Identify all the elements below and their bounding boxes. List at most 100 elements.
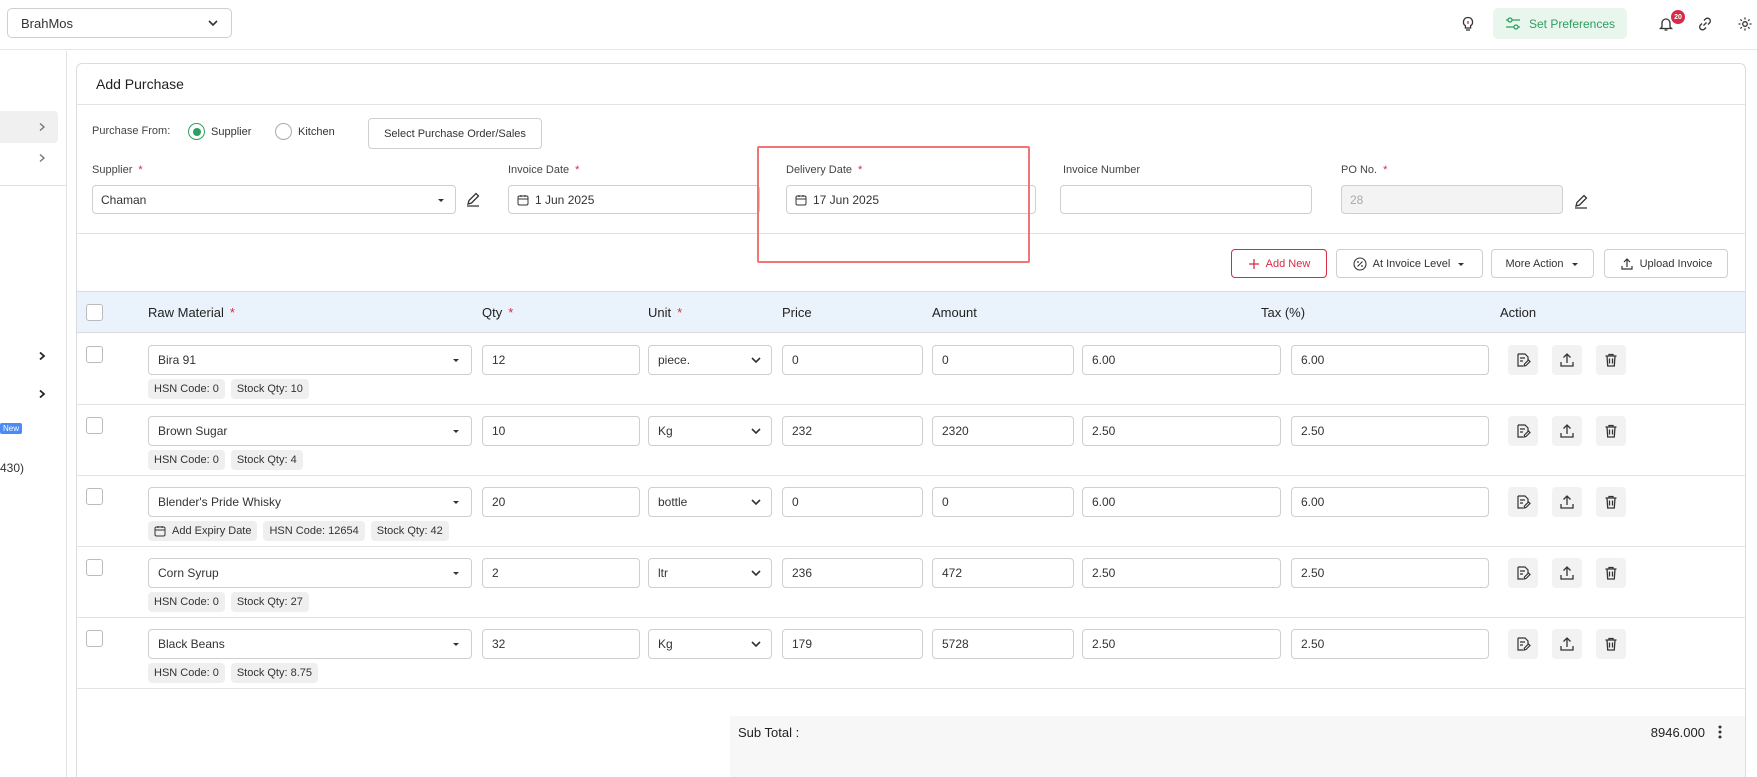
tax-rate-input[interactable]: 6.00 — [1082, 345, 1281, 375]
stock-qty-chip: Stock Qty: 10 — [230, 379, 309, 399]
row-checkbox[interactable] — [86, 559, 103, 576]
more-action-dropdown[interactable]: More Action — [1491, 249, 1594, 278]
invoice-number-input[interactable] — [1060, 185, 1312, 214]
radio-circle — [275, 123, 292, 140]
page-title: Add Purchase — [96, 76, 184, 92]
chevron-right-icon[interactable] — [37, 389, 47, 399]
amount-input[interactable]: 472 — [932, 558, 1074, 588]
tax-percent-input[interactable]: 6.00 — [1291, 487, 1489, 517]
pencil-icon[interactable] — [1573, 193, 1589, 209]
new-badge: New — [0, 423, 23, 434]
row-checkbox[interactable] — [86, 488, 103, 505]
price-input[interactable]: 0 — [782, 487, 923, 517]
raw-material-value: Blender's Pride Whisky — [158, 495, 281, 509]
pencil-icon[interactable] — [465, 191, 481, 207]
edit-row-button[interactable] — [1508, 345, 1538, 375]
select-all-checkbox[interactable] — [86, 304, 103, 321]
select-purchase-order-button[interactable]: Select Purchase Order/Sales — [368, 118, 542, 149]
price-input[interactable]: 232 — [782, 416, 923, 446]
outlet-selector[interactable]: BrahMos — [7, 8, 232, 38]
invoice-date-label: Invoice Date * — [508, 164, 580, 176]
delete-row-button[interactable] — [1596, 629, 1626, 659]
delete-row-button[interactable] — [1596, 416, 1626, 446]
row-checkbox[interactable] — [86, 630, 103, 647]
lightbulb-icon[interactable] — [1457, 13, 1479, 35]
set-preferences-label: Set Preferences — [1528, 16, 1616, 31]
unit-select[interactable]: Kg — [648, 416, 772, 446]
delete-row-button[interactable] — [1596, 558, 1626, 588]
add-new-button[interactable]: Add New — [1231, 249, 1327, 278]
raw-material-select[interactable]: Bira 91 — [148, 345, 472, 375]
upload-row-button[interactable] — [1552, 345, 1582, 375]
tax-percent-input[interactable]: 2.50 — [1291, 416, 1489, 446]
chevron-right-icon[interactable] — [37, 122, 47, 132]
hsn-code-chip: HSN Code: 0 — [148, 450, 225, 470]
invoice-level-dropdown[interactable]: At Invoice Level — [1336, 249, 1483, 278]
amount-input[interactable]: 2320 — [932, 416, 1074, 446]
unit-select[interactable]: bottle — [648, 487, 772, 517]
edit-note-icon — [1517, 566, 1531, 580]
upload-row-button[interactable] — [1552, 629, 1582, 659]
sidebar-item-active[interactable] — [0, 111, 58, 143]
supplier-value: Chaman — [101, 192, 147, 207]
invoice-date-input[interactable]: 1 Jun 2025 — [508, 185, 760, 214]
chevron-right-icon[interactable] — [37, 153, 47, 163]
supplier-select[interactable]: Chaman — [92, 185, 456, 214]
qty-input[interactable]: 12 — [482, 345, 640, 375]
raw-material-value: Brown Sugar — [158, 424, 228, 438]
tax-percent-input[interactable]: 2.50 — [1291, 629, 1489, 659]
stock-qty-chip: Stock Qty: 42 — [370, 521, 449, 541]
tax-percent-input[interactable]: 6.00 — [1291, 345, 1489, 375]
qty-input[interactable]: 20 — [482, 487, 640, 517]
qty-input[interactable]: 32 — [482, 629, 640, 659]
amount-input[interactable]: 5728 — [932, 629, 1074, 659]
caret-down-icon — [453, 501, 459, 504]
edit-row-button[interactable] — [1508, 629, 1538, 659]
radio-kitchen[interactable]: Kitchen — [275, 123, 335, 140]
price-input[interactable]: 0 — [782, 345, 923, 375]
tax-percent-input[interactable]: 2.50 — [1291, 558, 1489, 588]
upload-row-button[interactable] — [1552, 487, 1582, 517]
upload-invoice-button[interactable]: Upload Invoice — [1604, 249, 1728, 278]
raw-material-select[interactable]: Black Beans — [148, 629, 472, 659]
unit-select[interactable]: piece. — [648, 345, 772, 375]
edit-row-button[interactable] — [1508, 487, 1538, 517]
radio-supplier[interactable]: Supplier — [188, 123, 251, 140]
unit-value: Kg — [658, 637, 673, 651]
edit-row-button[interactable] — [1508, 558, 1538, 588]
amount-input[interactable]: 0 — [932, 487, 1074, 517]
price-input[interactable]: 179 — [782, 629, 923, 659]
price-input[interactable]: 236 — [782, 558, 923, 588]
row-checkbox[interactable] — [86, 417, 103, 434]
add-expiry-date-chip[interactable]: Add Expiry Date — [148, 521, 258, 541]
unit-select[interactable]: Kg — [648, 629, 772, 659]
tax-rate-input[interactable]: 6.00 — [1082, 487, 1281, 517]
subtotal-label: Sub Total : — [738, 725, 800, 740]
link-icon[interactable] — [1694, 13, 1716, 35]
qty-input[interactable]: 2 — [482, 558, 640, 588]
more-vertical-icon[interactable] — [1713, 724, 1727, 740]
qty-input[interactable]: 10 — [482, 416, 640, 446]
unit-select[interactable]: ltr — [648, 558, 772, 588]
header-raw-material: Raw Material * — [148, 305, 235, 320]
row-checkbox[interactable] — [86, 346, 103, 363]
upload-row-button[interactable] — [1552, 416, 1582, 446]
table-row: Black Beans 32 Kg 179 5728 2.50 2.50 HSN Code: … — [77, 618, 1745, 689]
tax-rate-input[interactable]: 2.50 — [1082, 558, 1281, 588]
amount-input[interactable]: 0 — [932, 345, 1074, 375]
gear-icon[interactable] — [1734, 13, 1756, 35]
tax-rate-input[interactable]: 2.50 — [1082, 416, 1281, 446]
raw-material-select[interactable]: Brown Sugar — [148, 416, 472, 446]
chevron-right-icon[interactable] — [37, 351, 47, 361]
row-meta: HSN Code: 0 Stock Qty: 10 — [148, 379, 309, 399]
upload-row-button[interactable] — [1552, 558, 1582, 588]
raw-material-select[interactable]: Blender's Pride Whisky — [148, 487, 472, 517]
raw-material-select[interactable]: Corn Syrup — [148, 558, 472, 588]
edit-row-button[interactable] — [1508, 416, 1538, 446]
set-preferences-button[interactable]: Set Preferences — [1493, 8, 1627, 39]
delete-row-button[interactable] — [1596, 487, 1626, 517]
tax-rate-input[interactable]: 2.50 — [1082, 629, 1281, 659]
delete-row-button[interactable] — [1596, 345, 1626, 375]
upload-invoice-label: Upload Invoice — [1639, 257, 1713, 270]
delivery-date-input[interactable]: 17 Jun 2025 — [786, 185, 1036, 214]
